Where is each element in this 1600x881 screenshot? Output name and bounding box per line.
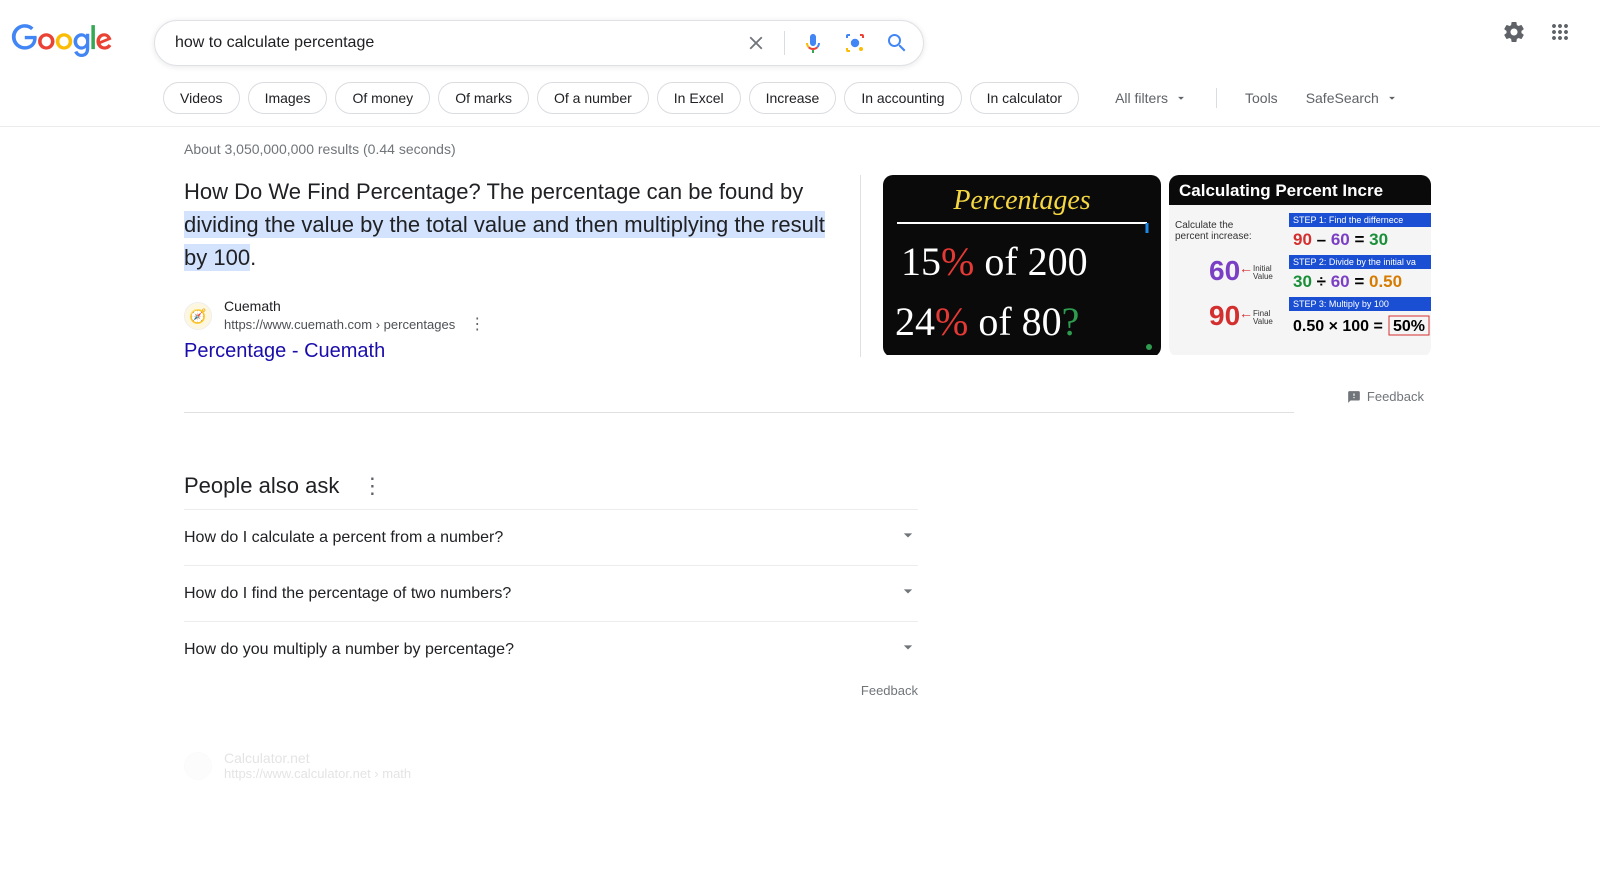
result-stats: About 3,050,000,000 results (0.44 second…	[184, 141, 1444, 157]
svg-text:STEP 2: Divide by the initial: STEP 2: Divide by the initial va	[1293, 257, 1416, 267]
svg-text:Percentages: Percentages	[952, 185, 1090, 216]
chevron-down-icon	[898, 525, 918, 550]
paa-more-icon[interactable]: ⋮	[355, 473, 389, 499]
svg-text:←: ←	[1239, 305, 1253, 321]
featured-snippet: How Do We Find Percentage? The percentag…	[184, 175, 1444, 363]
svg-text:←: ←	[1239, 260, 1253, 276]
search-input[interactable]	[175, 34, 744, 52]
faded-source-name: Calculator.net	[224, 750, 411, 766]
people-also-ask: People also ask ⋮ How do I calculate a p…	[184, 473, 918, 698]
google-logo[interactable]	[10, 24, 114, 63]
svg-text:90: 90	[1209, 300, 1240, 331]
all-filters-label: All filters	[1115, 90, 1168, 106]
featured-prefix: How Do We Find Percentage? The percentag…	[184, 179, 803, 204]
featured-text: How Do We Find Percentage? The percentag…	[184, 175, 836, 274]
chip-of-marks[interactable]: Of marks	[438, 82, 529, 114]
chip-in-accounting[interactable]: In accounting	[844, 82, 961, 114]
chevron-down-icon	[898, 637, 918, 662]
header	[0, 0, 1600, 66]
thumbnail-2[interactable]: Calculating Percent Incre Calculate thep…	[1169, 175, 1431, 357]
svg-text:90 – 60 = 30: 90 – 60 = 30	[1293, 230, 1388, 249]
faded-favicon	[184, 752, 212, 780]
chevron-down-icon	[898, 581, 918, 606]
chip-in-excel[interactable]: In Excel	[657, 82, 741, 114]
chip-increase[interactable]: Increase	[749, 82, 837, 114]
chip-in-calculator[interactable]: In calculator	[970, 82, 1079, 114]
svg-text:STEP 1: Find the differnece: STEP 1: Find the differnece	[1293, 215, 1403, 225]
svg-text:STEP 3: Multiply by 100: STEP 3: Multiply by 100	[1293, 299, 1389, 309]
svg-text:30 ÷ 60 = 0.50: 30 ÷ 60 = 0.50	[1293, 272, 1402, 291]
svg-text:60: 60	[1209, 255, 1240, 286]
filter-chips-row: Videos Images Of money Of marks Of a num…	[163, 82, 1600, 126]
all-filters-link[interactable]: All filters	[1115, 90, 1188, 106]
tools-link[interactable]: Tools	[1245, 90, 1278, 106]
source-name: Cuemath	[224, 298, 491, 314]
featured-suffix: .	[250, 245, 256, 270]
source-url: https://www.cuemath.com › percentages	[224, 317, 455, 332]
search-icon[interactable]	[885, 31, 909, 55]
svg-text:24% of 80?: 24% of 80?	[895, 299, 1079, 344]
featured-highlight: dividing the value by the total value an…	[184, 211, 825, 271]
source-favicon: 🧭	[184, 302, 212, 330]
svg-text:Calculating Percent Incre: Calculating Percent Incre	[1179, 181, 1383, 200]
feedback-label: Feedback	[1367, 389, 1424, 404]
safesearch-label: SafeSearch	[1306, 90, 1379, 106]
chip-of-money[interactable]: Of money	[335, 82, 430, 114]
paa-question: How do I calculate a percent from a numb…	[184, 529, 503, 547]
faded-source-url: https://www.calculator.net › math	[224, 766, 411, 781]
mic-icon[interactable]	[801, 31, 825, 55]
paa-title: People also ask	[184, 473, 339, 499]
paa-question: How do I find the percentage of two numb…	[184, 585, 511, 603]
source-more-icon[interactable]: ⋮	[463, 314, 491, 334]
source-title-link[interactable]: Percentage - Cuemath	[184, 340, 836, 363]
paa-question: How do you multiply a number by percenta…	[184, 641, 514, 659]
search-area	[154, 20, 924, 66]
chip-videos[interactable]: Videos	[163, 82, 240, 114]
paa-item-2[interactable]: How do I find the percentage of two numb…	[184, 565, 918, 621]
svg-text:InitialValue: InitialValue	[1253, 264, 1273, 281]
paa-feedback-link[interactable]: Feedback	[184, 683, 918, 698]
lens-icon[interactable]	[843, 31, 867, 55]
chip-images[interactable]: Images	[248, 82, 328, 114]
svg-text:15% of 200: 15% of 200	[901, 239, 1088, 284]
thumbnail-1[interactable]: Percentages 15% of 200 24% of 80?	[883, 175, 1161, 357]
svg-text:0.50 × 100 =: 0.50 × 100 =	[1293, 318, 1383, 335]
feedback-link[interactable]: Feedback	[184, 389, 1424, 404]
paa-item-1[interactable]: How do I calculate a percent from a numb…	[184, 509, 918, 565]
settings-icon[interactable]	[1502, 20, 1526, 44]
thumbnail-rail: Percentages 15% of 200 24% of 80? Calcul…	[860, 175, 1431, 357]
safesearch-link[interactable]: SafeSearch	[1306, 90, 1399, 106]
paa-item-3[interactable]: How do you multiply a number by percenta…	[184, 621, 918, 677]
faded-result: Calculator.net https://www.calculator.ne…	[184, 750, 1444, 781]
results-area: About 3,050,000,000 results (0.44 second…	[184, 141, 1444, 781]
clear-icon[interactable]	[744, 31, 768, 55]
search-box[interactable]	[154, 20, 924, 66]
chip-of-a-number[interactable]: Of a number	[537, 82, 649, 114]
apps-icon[interactable]	[1548, 20, 1572, 44]
svg-text:50%: 50%	[1393, 318, 1425, 335]
